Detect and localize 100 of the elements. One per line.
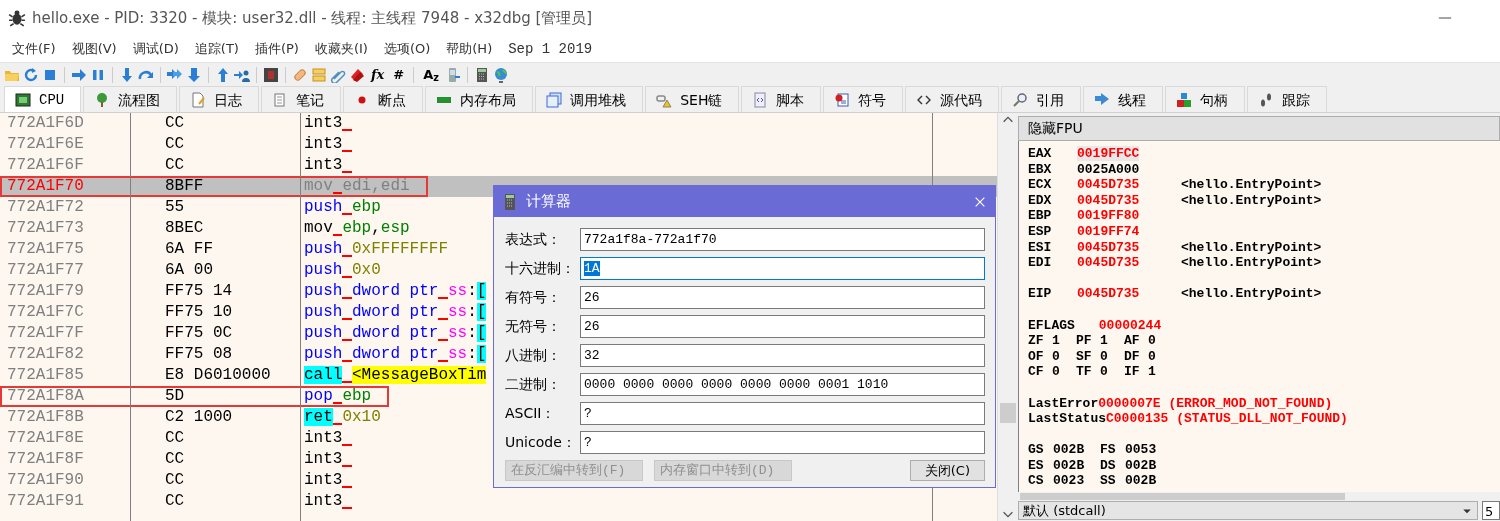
instruction-token: push <box>304 303 343 321</box>
address-cell-text: 772A1F90 <box>6 470 85 491</box>
tab-label: 句柄 <box>1200 90 1229 110</box>
register-name: EIP <box>1028 286 1053 302</box>
instruction-token: : <box>467 345 477 363</box>
instruction-token: int3 <box>304 429 343 447</box>
instruction-token: pop <box>304 387 333 405</box>
instruction-token: ret <box>304 408 333 426</box>
instruction-token: push <box>304 198 343 216</box>
flag-name: ZF <box>1028 333 1045 349</box>
bytes-cell-text: 8BFF <box>164 176 205 197</box>
instruction-token: ebp <box>342 387 372 405</box>
flag-name: AF <box>1124 333 1141 349</box>
instruction-token: int3 <box>304 450 343 468</box>
instruction-token: ss <box>448 282 468 300</box>
flag-name: OF <box>1028 348 1045 365</box>
instruction-token: push <box>304 324 343 342</box>
address-cell-text: 772A1F8A <box>6 386 85 407</box>
instruction-token: esp <box>380 219 410 237</box>
instruction-token: 0x10 <box>342 408 381 426</box>
register-comment: <hello.EntryPoint> <box>1181 177 1322 193</box>
flag-name: TF <box>1076 364 1093 380</box>
address-cell-text: 772A1F82 <box>6 344 85 365</box>
dropdown-value: 默认 (stdcall) <box>1023 501 1107 520</box>
bytes-cell-text: CC <box>164 470 186 491</box>
field-label: Unicode： <box>505 433 577 452</box>
tab-label: 线程 <box>1118 90 1147 110</box>
tab-label: 流程图 <box>118 90 161 110</box>
instruction-token: call <box>304 366 343 384</box>
register-name: ESP <box>1028 223 1053 240</box>
bytes-cell-text: FF75 0C <box>164 323 234 344</box>
instruction-token: edi <box>342 177 372 195</box>
flag-name: SS <box>1100 473 1117 490</box>
field-label: 表达式： <box>505 230 562 249</box>
address-cell-text: 772A1F73 <box>6 218 85 239</box>
address-cell-text: 772A1F75 <box>6 239 85 260</box>
tab-label: CPU <box>39 90 65 110</box>
bytes-cell-text: 55 <box>164 197 186 218</box>
instruction-token: 0xFFFFFFFF <box>352 240 448 258</box>
register-name: EFLAGS <box>1028 317 1076 334</box>
dialog-title: 计算器 <box>526 191 572 213</box>
flag-name: DS <box>1100 457 1117 474</box>
flag-name: CF <box>1028 364 1045 380</box>
instruction-token: 0x0 <box>352 261 381 279</box>
field-label: 二进制： <box>505 375 562 394</box>
address-cell-text: 772A1F77 <box>6 260 85 281</box>
address-cell-text: 772A1F8E <box>6 428 85 449</box>
field-label: 十六进制： <box>505 259 576 278</box>
register-name: ECX <box>1028 177 1053 193</box>
bytes-cell-text: 6A FF <box>164 239 214 260</box>
address-cell-text: 772A1F6D <box>6 113 85 134</box>
instruction-token: push <box>304 345 343 363</box>
tab-label: 笔记 <box>296 90 325 110</box>
bytes-cell-text: 6A 00 <box>164 260 214 281</box>
tab-label: 脚本 <box>776 90 805 110</box>
instruction-token: dword ptr <box>352 324 439 342</box>
address-cell-text: 772A1F6F <box>6 155 85 176</box>
register-name: LastError <box>1028 395 1099 412</box>
register-comment: <hello.EntryPoint> <box>1181 239 1322 256</box>
bytes-cell-text: FF75 14 <box>164 281 234 302</box>
bytes-cell-text: C2 1000 <box>164 407 234 428</box>
instruction-token: : <box>467 303 477 321</box>
bytes-cell-text: CC <box>164 155 186 176</box>
address-cell-text: 772A1F79 <box>6 281 85 302</box>
field-label: 无符号： <box>505 317 562 336</box>
instruction-token: dword ptr <box>352 303 439 321</box>
bytes-cell-text: CC <box>164 491 186 512</box>
register-name: EBP <box>1028 208 1053 224</box>
register-comment: <hello.EntryPoint> <box>1181 192 1322 209</box>
flag-name: ES <box>1028 457 1045 474</box>
flag-name: IF <box>1124 364 1141 380</box>
tab-label: SEH链 <box>680 90 723 110</box>
address-cell-text: 772A1F7C <box>6 302 85 323</box>
instruction-token: int3 <box>304 156 343 174</box>
instruction-token: : <box>467 324 477 342</box>
instruction-token: push <box>304 282 343 300</box>
instruction-token: mov <box>304 177 333 195</box>
bytes-cell-text: CC <box>164 134 186 155</box>
flag-name: GS <box>1028 442 1045 458</box>
instruction-token: [ <box>476 303 487 321</box>
register-comment: <hello.EntryPoint> <box>1181 286 1322 302</box>
register-name: EDI <box>1028 255 1053 271</box>
register-name: EBX <box>1028 161 1053 178</box>
instruction-token: edi <box>380 177 410 195</box>
build-date: Sep 1 2019 <box>508 39 593 59</box>
instruction-token: ss <box>448 345 468 363</box>
address-cell-text: 772A1F70 <box>6 176 85 197</box>
flag-name: CS <box>1028 473 1045 490</box>
instruction-token: mov <box>304 219 333 237</box>
tab-label: 内存布局 <box>460 90 517 110</box>
instruction-token: int3 <box>304 471 343 489</box>
bytes-cell-text: 8BEC <box>164 218 205 239</box>
flag-name: FS <box>1100 442 1117 458</box>
register-comment: <hello.EntryPoint> <box>1181 255 1322 271</box>
instruction-token: dword ptr <box>352 282 439 300</box>
register-name: EDX <box>1028 192 1053 209</box>
bytes-cell-text: FF75 08 <box>164 344 234 365</box>
bytes-cell-text: CC <box>164 449 186 470</box>
address-cell-text: 772A1F91 <box>6 491 85 512</box>
instruction-token: push <box>304 261 343 279</box>
